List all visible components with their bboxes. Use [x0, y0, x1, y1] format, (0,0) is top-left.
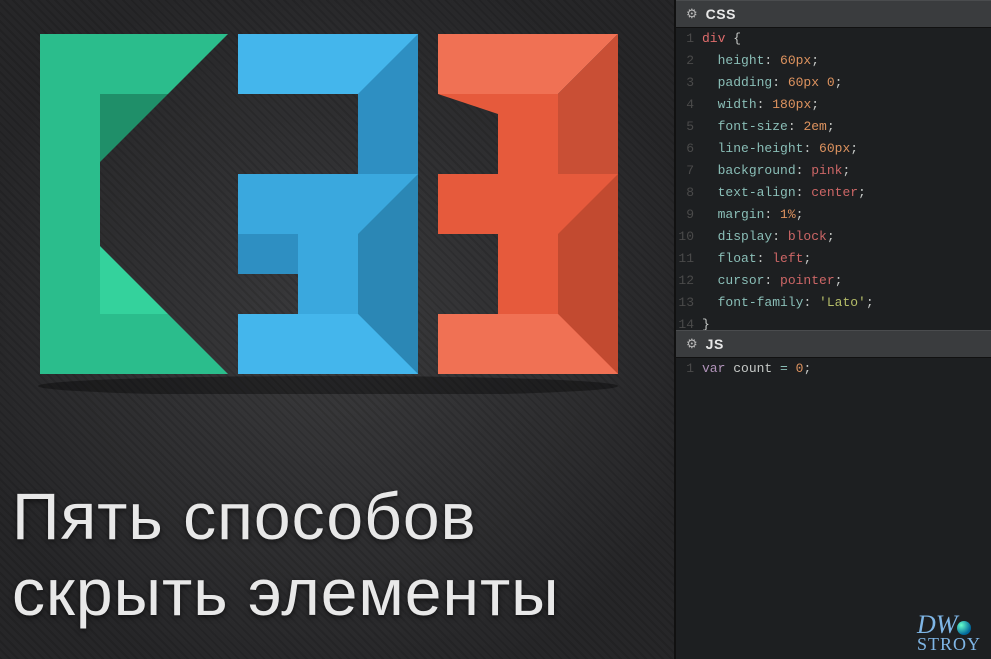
code-content[interactable]: float: left; — [702, 248, 811, 270]
js-pane-header[interactable]: ⚙ JS — [676, 330, 991, 358]
line-number: 12 — [676, 270, 702, 292]
line-number: 2 — [676, 50, 702, 72]
line-number: 3 — [676, 72, 702, 94]
hero-panel: Пять способов скрыть элементы — [0, 0, 674, 659]
headline-line2: скрыть элементы — [12, 555, 560, 631]
code-content[interactable]: height: 60px; — [702, 50, 819, 72]
code-content[interactable]: div { — [702, 28, 741, 50]
css-pane-title: CSS — [706, 6, 736, 22]
code-line[interactable]: 13 font-family: 'Lato'; — [676, 292, 991, 314]
line-number: 13 — [676, 292, 702, 314]
code-line[interactable]: 11 float: left; — [676, 248, 991, 270]
code-line[interactable]: 7 background: pink; — [676, 160, 991, 182]
code-content[interactable]: var count = 0; — [702, 358, 811, 380]
css-pane-header[interactable]: ⚙ CSS — [676, 0, 991, 28]
code-line[interactable]: 5 font-size: 2em; — [676, 116, 991, 138]
line-number: 1 — [676, 358, 702, 380]
css-logo — [18, 14, 638, 394]
line-number: 8 — [676, 182, 702, 204]
code-content[interactable]: cursor: pointer; — [702, 270, 842, 292]
code-content[interactable]: background: pink; — [702, 160, 850, 182]
code-content[interactable]: margin: 1%; — [702, 204, 803, 226]
code-line[interactable]: 9 margin: 1%; — [676, 204, 991, 226]
line-number: 11 — [676, 248, 702, 270]
gear-icon[interactable]: ⚙ — [686, 336, 698, 352]
line-number: 4 — [676, 94, 702, 116]
code-content[interactable]: text-align: center; — [702, 182, 866, 204]
code-line[interactable]: 10 display: block; — [676, 226, 991, 248]
code-line[interactable]: 14} — [676, 314, 991, 330]
code-content[interactable]: } — [702, 314, 710, 330]
js-code-editor[interactable]: 1var count = 0; — [676, 358, 991, 659]
code-content[interactable]: font-size: 2em; — [702, 116, 835, 138]
line-number: 9 — [676, 204, 702, 226]
code-content[interactable]: line-height: 60px; — [702, 138, 858, 160]
line-number: 5 — [676, 116, 702, 138]
code-line[interactable]: 4 width: 180px; — [676, 94, 991, 116]
line-number: 14 — [676, 314, 702, 330]
code-content[interactable]: font-family: 'Lato'; — [702, 292, 874, 314]
code-line[interactable]: 1div { — [676, 28, 991, 50]
code-content[interactable]: padding: 60px 0; — [702, 72, 842, 94]
line-number: 6 — [676, 138, 702, 160]
code-line[interactable]: 8 text-align: center; — [676, 182, 991, 204]
headline-line1: Пять способов — [12, 479, 560, 555]
code-line[interactable]: 2 height: 60px; — [676, 50, 991, 72]
code-content[interactable]: width: 180px; — [702, 94, 819, 116]
gear-icon[interactable]: ⚙ — [686, 6, 698, 22]
code-line[interactable]: 1var count = 0; — [676, 358, 991, 380]
code-line[interactable]: 12 cursor: pointer; — [676, 270, 991, 292]
line-number: 1 — [676, 28, 702, 50]
headline: Пять способов скрыть элементы — [12, 479, 560, 631]
code-line[interactable]: 3 padding: 60px 0; — [676, 72, 991, 94]
line-number: 10 — [676, 226, 702, 248]
code-line[interactable]: 6 line-height: 60px; — [676, 138, 991, 160]
code-content[interactable]: display: block; — [702, 226, 835, 248]
css-code-editor[interactable]: 1div {2 height: 60px;3 padding: 60px 0;4… — [676, 28, 991, 330]
js-pane-title: JS — [706, 336, 724, 352]
line-number: 7 — [676, 160, 702, 182]
editor-panel: ⚙ CSS 1div {2 height: 60px;3 padding: 60… — [674, 0, 991, 659]
